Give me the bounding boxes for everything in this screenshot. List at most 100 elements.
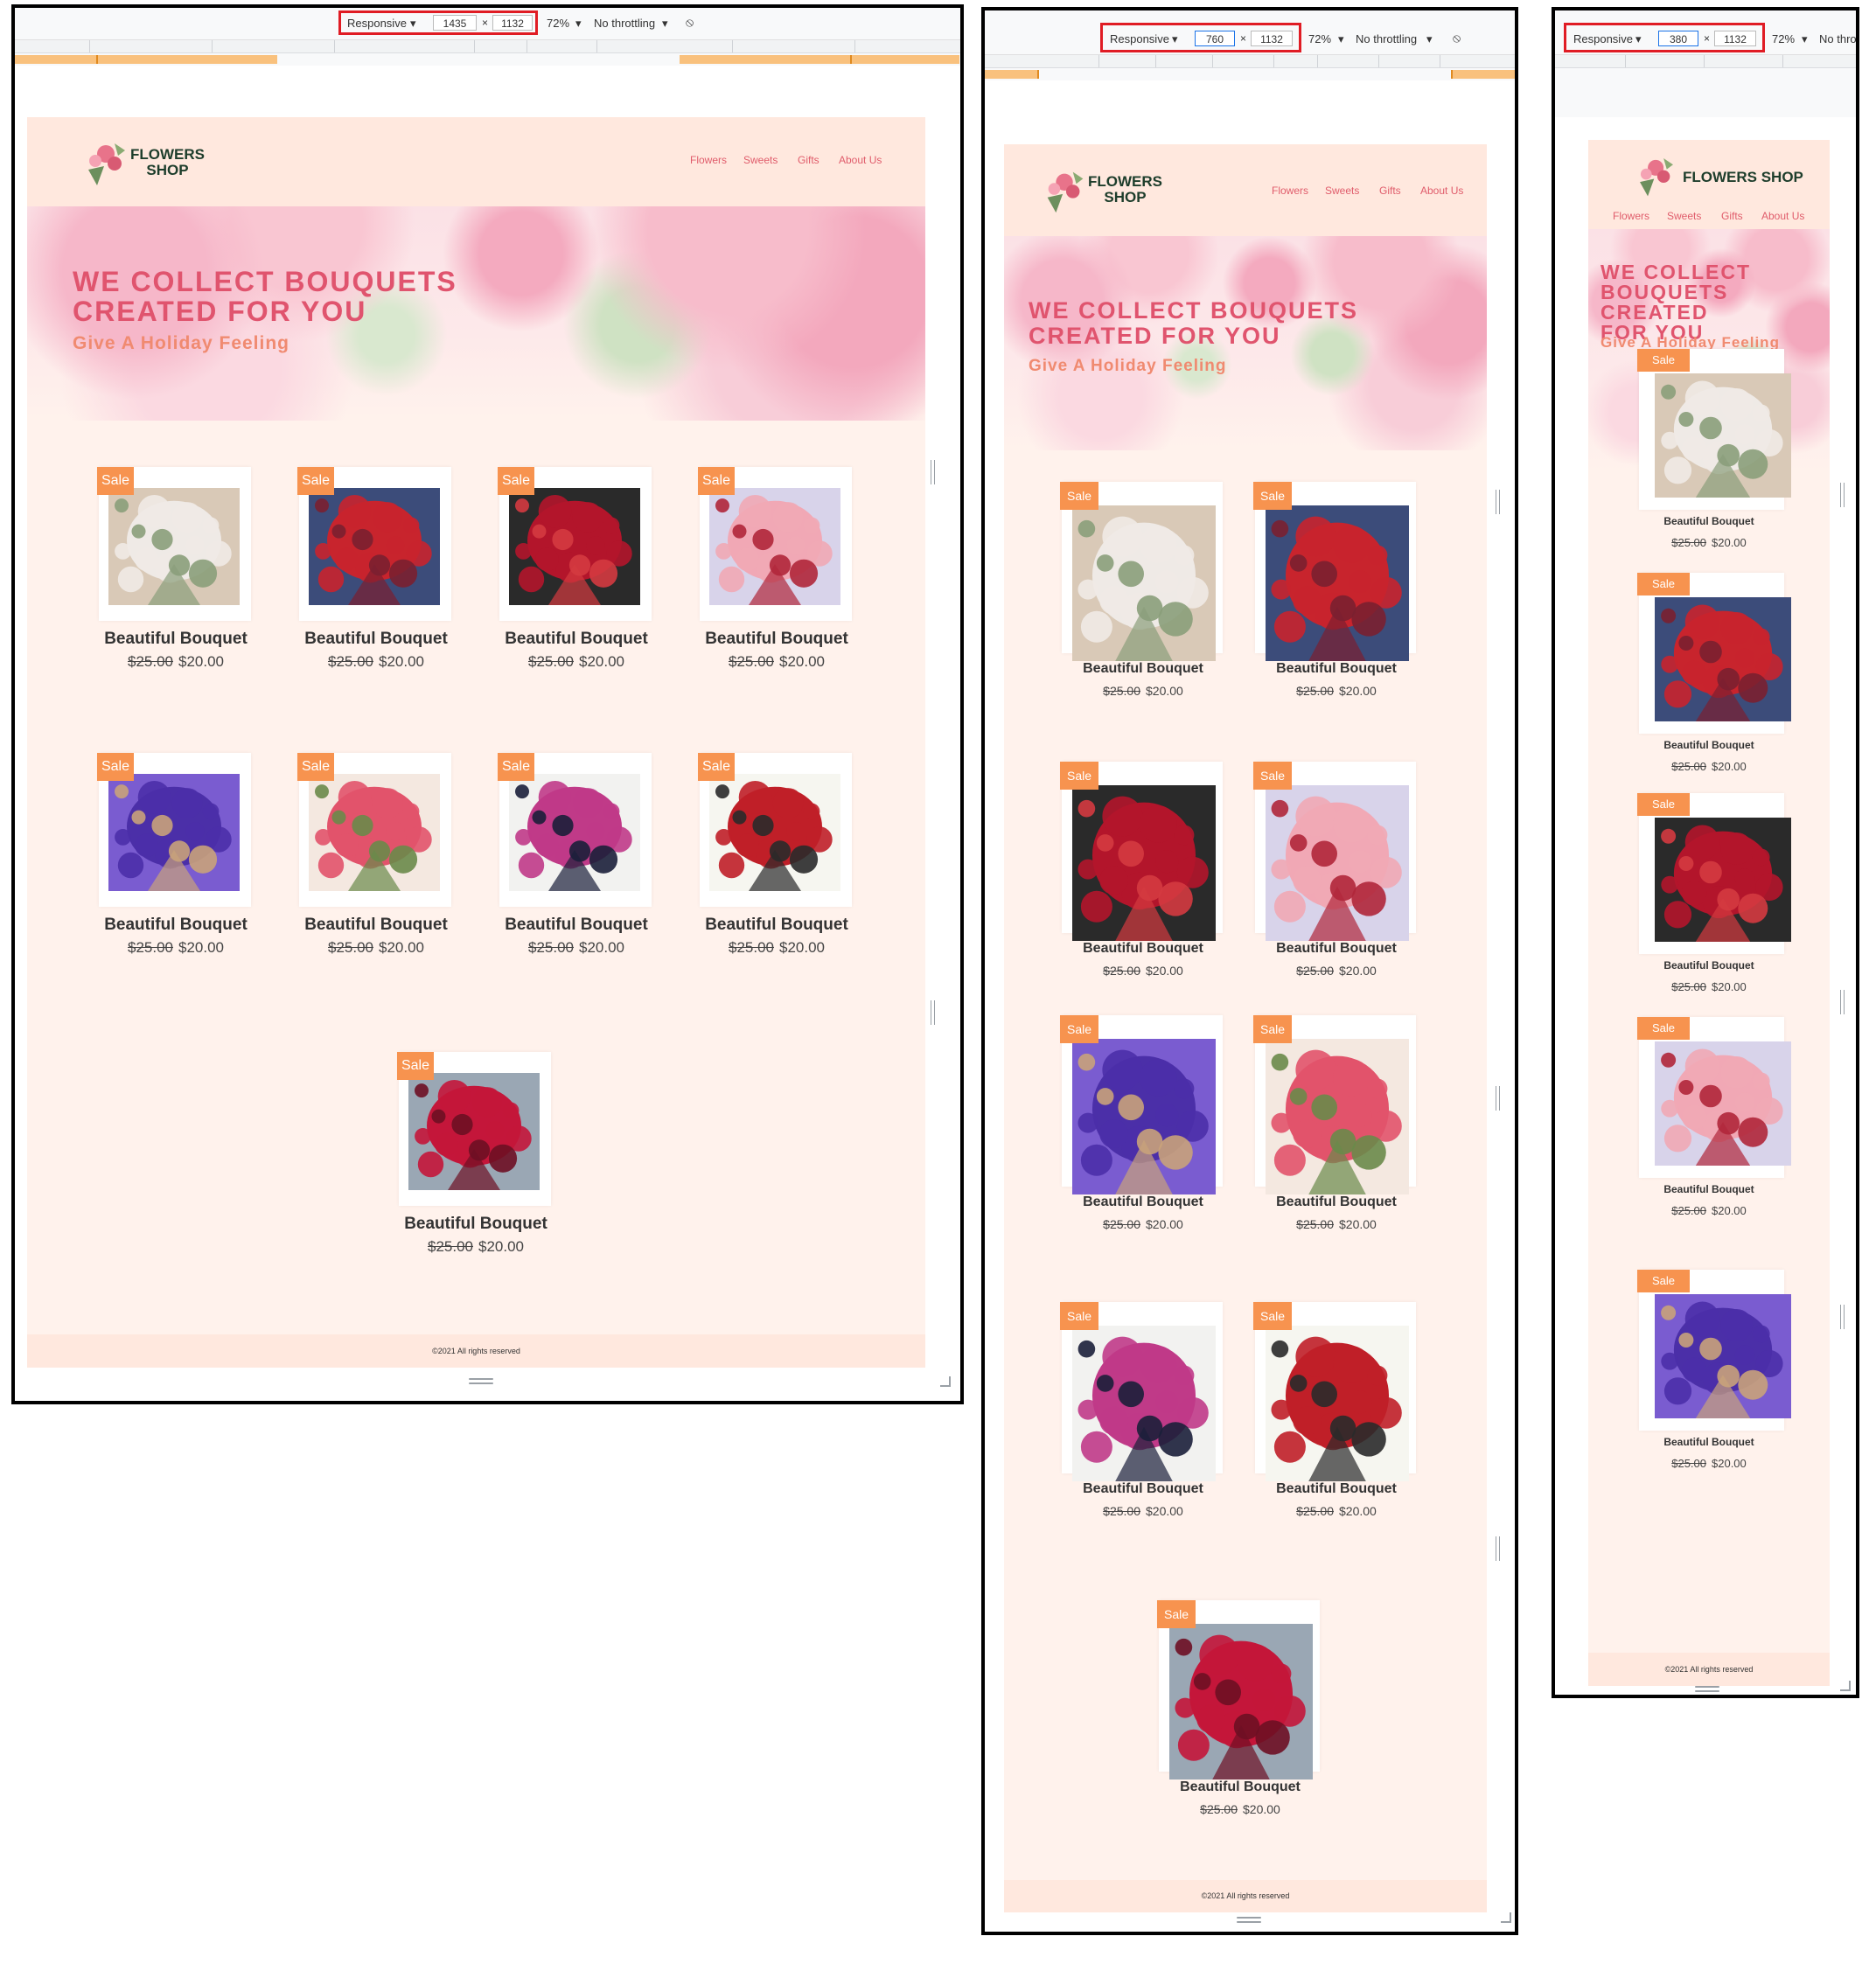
- product-photo-heart-of-roses[interactable]: [509, 774, 640, 895]
- resize-handle[interactable]: [469, 1378, 493, 1380]
- product-card[interactable]: Sale Beautiful Bouquet $25.00 $20.00: [1623, 349, 1795, 559]
- resize-handle[interactable]: [1695, 1686, 1719, 1688]
- zoom-dropdown[interactable]: 72%: [547, 17, 569, 30]
- product-image-frame[interactable]: [1639, 573, 1791, 734]
- product-card[interactable]: Sale Beautiful Bouquet $25.00 $20.00: [297, 753, 455, 963]
- product-card[interactable]: Sale Beautiful Bouquet $25.00 $20.00: [1623, 793, 1795, 1003]
- corner-resize-icon[interactable]: [940, 1376, 951, 1387]
- nav-link-gifts[interactable]: Gifts: [1379, 185, 1401, 197]
- product-photo-dried-bouquet-with-scissors[interactable]: [108, 488, 240, 609]
- product-name[interactable]: Beautiful Bouquet: [297, 630, 455, 649]
- nav-link-flowers[interactable]: Flowers: [690, 154, 727, 166]
- product-name[interactable]: Beautiful Bouquet: [1623, 739, 1795, 751]
- product-photo-purple-iris-bouquet[interactable]: [108, 774, 240, 895]
- product-photo-heart-of-roses[interactable]: [1072, 1326, 1216, 1486]
- product-name[interactable]: Beautiful Bouquet: [97, 916, 255, 935]
- product-image-frame[interactable]: [1639, 793, 1791, 954]
- product-card[interactable]: Sale Beautiful Bouquet $25.00 $20.00: [97, 753, 255, 963]
- product-card[interactable]: Sale Beautiful Bouquet $25.00 $20.00: [698, 467, 855, 677]
- product-card[interactable]: Sale Beautiful Bouquet $25.00 $20.00: [1157, 1600, 1323, 1819]
- throttle-dropdown[interactable]: No throttling: [594, 17, 655, 30]
- product-name[interactable]: Beautiful Bouquet: [1623, 515, 1795, 527]
- product-name[interactable]: Beautiful Bouquet: [1060, 661, 1226, 677]
- product-name[interactable]: Beautiful Bouquet: [498, 630, 655, 649]
- device-mode-dropdown[interactable]: Responsive: [1573, 32, 1633, 45]
- product-card[interactable]: Sale Beautiful Bouquet $25.00 $20.00: [1253, 1302, 1419, 1521]
- product-name[interactable]: Beautiful Bouquet: [97, 630, 255, 649]
- zoom-dropdown[interactable]: 72%: [1308, 32, 1331, 45]
- nav-link-sweets[interactable]: Sweets: [1325, 185, 1359, 197]
- product-photo-dried-bouquet-with-scissors[interactable]: [1072, 505, 1216, 665]
- product-card[interactable]: Sale Beautiful Bouquet $25.00 $20.00: [698, 753, 855, 963]
- nav-link-sweets[interactable]: Sweets: [743, 154, 778, 166]
- height-input[interactable]: 1132: [1251, 31, 1293, 46]
- device-mode-dropdown[interactable]: Responsive: [347, 17, 407, 30]
- product-card[interactable]: Sale Beautiful Bouquet $25.00 $20.00: [397, 1052, 554, 1262]
- width-input[interactable]: 760: [1195, 31, 1235, 46]
- product-photo-strawberry-bouquet[interactable]: [1655, 597, 1791, 726]
- scrollbar-handle[interactable]: [931, 1000, 935, 1025]
- product-name[interactable]: Beautiful Bouquet: [1623, 1183, 1795, 1195]
- product-photo-strawberry-bouquet[interactable]: [1266, 505, 1409, 665]
- scrollbar-handle[interactable]: [1496, 1086, 1500, 1111]
- product-image-frame[interactable]: [1639, 1270, 1791, 1431]
- height-input[interactable]: 1132: [1714, 31, 1756, 46]
- scrollbar-handle[interactable]: [1496, 1536, 1500, 1561]
- nav-link-flowers[interactable]: Flowers: [1272, 185, 1308, 197]
- product-photo-big-red-roses-bouquet[interactable]: [1169, 1624, 1313, 1784]
- product-card[interactable]: Sale Beautiful Bouquet $25.00 $20.00: [1253, 482, 1419, 700]
- media-query-bar[interactable]: [15, 53, 960, 66]
- nav-link-about-us[interactable]: About Us: [1761, 210, 1804, 222]
- product-photo-mixed-tulips-bouquet[interactable]: [309, 774, 440, 895]
- product-card[interactable]: Sale Beautiful Bouquet $25.00 $20.00: [1060, 1302, 1226, 1521]
- product-name[interactable]: Beautiful Bouquet: [1157, 1779, 1323, 1795]
- product-card[interactable]: Sale Beautiful Bouquet $25.00 $20.00: [1623, 573, 1795, 783]
- logo-text[interactable]: FLOWERS SHOP: [1683, 170, 1803, 185]
- product-card[interactable]: Sale Beautiful Bouquet $25.00 $20.00: [498, 467, 655, 677]
- width-input[interactable]: 1435: [433, 15, 477, 31]
- product-card[interactable]: Sale Beautiful Bouquet $25.00 $20.00: [297, 467, 455, 677]
- product-photo-strawberry-bouquet[interactable]: [309, 488, 440, 609]
- nav-link-flowers[interactable]: Flowers: [1613, 210, 1649, 222]
- product-name[interactable]: Beautiful Bouquet: [1060, 1481, 1226, 1497]
- product-photo-red-roses-bouquet[interactable]: [1072, 785, 1216, 945]
- corner-resize-icon[interactable]: [1501, 1912, 1511, 1923]
- product-card[interactable]: Sale Beautiful Bouquet $25.00 $20.00: [1253, 1015, 1419, 1234]
- product-card[interactable]: Sale Beautiful Bouquet $25.00 $20.00: [1623, 1017, 1795, 1227]
- nav-link-gifts[interactable]: Gifts: [798, 154, 819, 166]
- logo-text[interactable]: FLOWERS SHOP: [1088, 174, 1162, 205]
- scrollbar-handle[interactable]: [931, 460, 935, 484]
- product-photo-pink-roses-box-with-sweets[interactable]: [1266, 785, 1409, 945]
- media-query-bar[interactable]: [985, 68, 1515, 80]
- product-name[interactable]: Beautiful Bouquet: [397, 1215, 554, 1234]
- product-photo-pink-roses-box-with-sweets[interactable]: [709, 488, 840, 609]
- product-name[interactable]: Beautiful Bouquet: [1623, 959, 1795, 972]
- product-photo-mixed-tulips-bouquet[interactable]: [1266, 1039, 1409, 1199]
- product-name[interactable]: Beautiful Bouquet: [1253, 1481, 1419, 1497]
- device-mode-dropdown[interactable]: Responsive: [1110, 32, 1169, 45]
- product-name[interactable]: Beautiful Bouquet: [698, 916, 855, 935]
- product-photo-dried-bouquet-with-scissors[interactable]: [1655, 373, 1791, 502]
- scrollbar-handle[interactable]: [1840, 483, 1845, 507]
- product-name[interactable]: Beautiful Bouquet: [698, 630, 855, 649]
- resize-handle[interactable]: [1237, 1921, 1261, 1923]
- scrollbar-handle[interactable]: [1496, 490, 1500, 514]
- product-name[interactable]: Beautiful Bouquet: [297, 916, 455, 935]
- product-card[interactable]: Sale Beautiful Bouquet $25.00 $20.00: [1060, 762, 1226, 980]
- product-card[interactable]: Sale Beautiful Bouquet $25.00 $20.00: [1060, 482, 1226, 700]
- product-photo-red-roses-bouquet[interactable]: [1655, 818, 1791, 946]
- resize-handle[interactable]: [469, 1382, 493, 1384]
- product-photo-red-roses-bouquet[interactable]: [509, 488, 640, 609]
- nav-link-sweets[interactable]: Sweets: [1667, 210, 1701, 222]
- product-image-frame[interactable]: [1639, 349, 1791, 510]
- logo-text[interactable]: FLOWERS SHOP: [130, 147, 205, 178]
- nav-link-gifts[interactable]: Gifts: [1721, 210, 1743, 222]
- product-name[interactable]: Beautiful Bouquet: [1060, 941, 1226, 957]
- rotate-icon[interactable]: ⦸: [686, 15, 694, 30]
- product-name[interactable]: Beautiful Bouquet: [1623, 1436, 1795, 1448]
- product-card[interactable]: Sale Beautiful Bouquet $25.00 $20.00: [1623, 1270, 1795, 1480]
- product-photo-purple-iris-bouquet[interactable]: [1655, 1294, 1791, 1423]
- corner-resize-icon[interactable]: [1840, 1681, 1851, 1691]
- product-image-frame[interactable]: [1639, 1017, 1791, 1178]
- product-name[interactable]: Beautiful Bouquet: [498, 916, 655, 935]
